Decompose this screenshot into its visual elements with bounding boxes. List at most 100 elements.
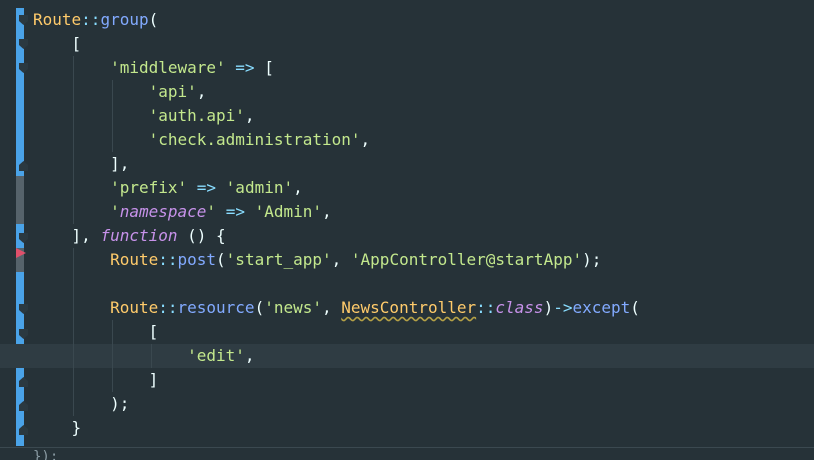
code-token: => — [225, 202, 245, 221]
code-line[interactable]: Route::post('start_app', 'AppController@… — [33, 248, 814, 272]
fold-collapse-icon[interactable] — [19, 304, 28, 314]
code-line[interactable]: 'check.administration', — [33, 128, 814, 152]
code-token: , — [293, 178, 303, 197]
indent-guide — [112, 344, 113, 368]
indent-guide — [73, 128, 74, 152]
code-token: ( — [148, 10, 159, 29]
code-token: [ — [33, 34, 82, 53]
code-line[interactable]: [ — [33, 320, 814, 344]
indent-guide — [73, 248, 74, 272]
code-line[interactable]: 'middleware' => [ — [33, 56, 814, 80]
fold-end-icon[interactable] — [19, 377, 28, 387]
code-token: Route — [33, 10, 82, 29]
breakpoint-arrow-icon[interactable] — [16, 243, 26, 258]
fold-end-icon[interactable] — [19, 425, 28, 435]
code-token: ); — [582, 250, 602, 269]
code-line[interactable]: [ — [33, 32, 814, 56]
code-token: => — [235, 58, 255, 77]
indent-guide — [73, 272, 74, 296]
code-token: function — [100, 226, 178, 245]
code-area[interactable]: Route::group( [ 'middleware' => [ 'api',… — [0, 8, 814, 440]
code-token: ( — [630, 298, 640, 317]
fold-end-icon[interactable] — [19, 401, 28, 411]
code-line[interactable]: 'auth.api', — [33, 104, 814, 128]
code-token: class — [495, 298, 544, 317]
code-token: , — [196, 82, 207, 101]
code-token: 'api' — [148, 82, 197, 101]
code-token: ' — [206, 202, 217, 221]
code-token: 'news' — [264, 298, 322, 317]
code-line[interactable]: 'namespace' => 'Admin', — [33, 200, 814, 224]
code-token: , — [322, 202, 332, 221]
indent-guide — [73, 392, 74, 416]
indent-guide — [112, 80, 113, 104]
code-token: => — [196, 178, 217, 197]
indent-guide — [73, 56, 74, 80]
code-editor[interactable]: Route::group( [ 'middleware' => [ 'api',… — [0, 0, 814, 460]
fold-collapse-icon[interactable] — [19, 233, 28, 243]
code-token: ) — [543, 298, 554, 317]
editor-gutter — [0, 0, 30, 460]
fold-collapse-icon[interactable] — [19, 39, 28, 49]
code-token: ] — [33, 370, 159, 389]
code-line[interactable]: ] — [33, 368, 814, 392]
indent-guide — [151, 344, 152, 368]
code-line[interactable]: } — [33, 416, 814, 440]
code-token: , — [244, 346, 255, 365]
code-token: 'middleware' — [110, 58, 226, 77]
vcs-modified-marker[interactable] — [16, 176, 24, 224]
code-token: 'check.administration' — [148, 130, 361, 149]
code-token: , — [331, 250, 351, 269]
code-line[interactable]: 'edit', — [0, 344, 814, 368]
code-token: 'start_app' — [225, 250, 332, 269]
code-line[interactable]: ], — [33, 152, 814, 176]
code-token: post — [177, 250, 217, 269]
code-line[interactable]: Route::group( — [33, 8, 814, 32]
code-token: namespace — [119, 202, 207, 221]
code-line[interactable] — [33, 272, 814, 296]
indent-guide — [73, 320, 74, 344]
code-token: ], — [33, 154, 130, 173]
code-token: except — [572, 298, 631, 317]
indent-guide — [73, 104, 74, 128]
code-token: Route — [110, 298, 159, 317]
code-token: :: — [81, 10, 101, 29]
fold-collapse-icon[interactable] — [19, 329, 28, 339]
code-token: :: — [476, 298, 496, 317]
code-token: ' — [110, 202, 120, 221]
indent-guide — [112, 368, 113, 392]
code-token: ( — [254, 298, 265, 317]
code-line[interactable]: Route::resource('news', NewsController::… — [33, 296, 814, 320]
code-token: 'prefix' — [110, 178, 188, 197]
next-line-text: }); — [33, 449, 59, 460]
code-line[interactable]: ); — [33, 392, 814, 416]
code-line[interactable]: 'api', — [33, 80, 814, 104]
editor-divider — [0, 447, 814, 448]
indent-guide — [112, 104, 113, 128]
fold-collapse-icon[interactable] — [19, 15, 28, 25]
code-token: 'admin' — [225, 178, 294, 197]
code-line[interactable]: 'prefix' => 'admin', — [33, 176, 814, 200]
code-token: :: — [158, 298, 178, 317]
code-token: :: — [158, 250, 178, 269]
indent-guide — [73, 368, 74, 392]
indent-guide — [73, 296, 74, 320]
code-token: NewsController — [341, 298, 477, 317]
code-token: ); — [33, 394, 130, 413]
fold-collapse-icon[interactable] — [19, 63, 28, 73]
code-token: , — [360, 130, 371, 149]
code-token: [ — [254, 58, 274, 77]
code-token: ], — [33, 226, 101, 245]
code-token: () { — [177, 226, 226, 245]
code-line[interactable]: ], function () { — [33, 224, 814, 248]
code-token: ( — [216, 250, 226, 269]
indent-guide — [73, 80, 74, 104]
fold-end-icon[interactable] — [19, 161, 28, 171]
